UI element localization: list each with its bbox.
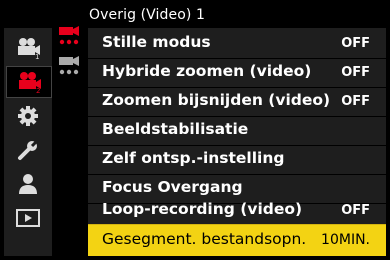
menu-item-value: OFF [341,65,370,80]
menu-item-label: Hybride zoomen (video) [102,62,312,80]
svg-text:1: 1 [35,53,39,59]
sub-tab-column [52,22,88,256]
menu-item-self-timer[interactable]: Zelf ontsp.-instelling [88,146,386,174]
menu-item-value: OFF [341,203,370,218]
menu-item-label: Focus Overgang [102,178,243,196]
page-title: Overig (Video) 1 [89,7,206,23]
menu-item-label: Stille modus [102,33,211,51]
menu-item-hybrid-zoom[interactable]: Hybride zoomen (video) OFF [88,59,386,87]
menu-item-value: OFF [341,94,370,109]
wrench-icon [18,139,39,160]
menu-item-image-stabilization[interactable]: Beeldstabilisatie [88,117,386,145]
tab-setup[interactable] [4,134,52,166]
tab-my-menu[interactable] [4,168,52,200]
page-1-icon [59,26,79,45]
menu-item-silent-mode[interactable]: Stille modus OFF [88,30,386,58]
tab-custom[interactable] [4,100,52,132]
main-tab-column: 1 2 [4,28,52,256]
person-icon [19,174,37,194]
tab-movie-2[interactable]: 2 [6,66,52,98]
tab-page-1[interactable] [54,22,86,50]
menu-item-crop-zoom[interactable]: Zoomen bijsnijden (video) OFF [88,88,386,116]
menu-item-label: Zoomen bijsnijden (video) [102,91,331,109]
menu-item-value: 10MIN. [321,232,370,248]
movie-camera-icon: 2 [19,72,41,93]
movie-camera-icon: 1 [18,38,40,59]
tab-page-2[interactable] [54,52,86,80]
gear-icon [18,106,38,126]
menu-item-segmented-file-recording[interactable]: Gesegment. bestandsopn. 10MIN. [88,224,386,256]
tab-playback[interactable] [4,202,52,234]
camera-menu-screen: Overig (Video) 1 1 2 Stille modus OFF Hy… [0,0,390,260]
tab-movie-1[interactable]: 1 [4,32,52,64]
menu-item-label: Gesegment. bestandsopn. [102,230,307,248]
menu-item-label: Loop-recording (video) [102,200,303,218]
menu-list: Stille modus OFF Hybride zoomen (video) … [88,28,386,256]
page-2-icon [59,56,79,75]
svg-text:2: 2 [36,87,40,93]
menu-item-loop-recording[interactable]: Loop-recording (video) OFF [88,197,386,225]
menu-item-label: Zelf ontsp.-instelling [102,149,285,167]
menu-item-value: OFF [341,36,370,51]
menu-item-label: Beeldstabilisatie [102,120,249,138]
playback-icon [16,209,40,227]
